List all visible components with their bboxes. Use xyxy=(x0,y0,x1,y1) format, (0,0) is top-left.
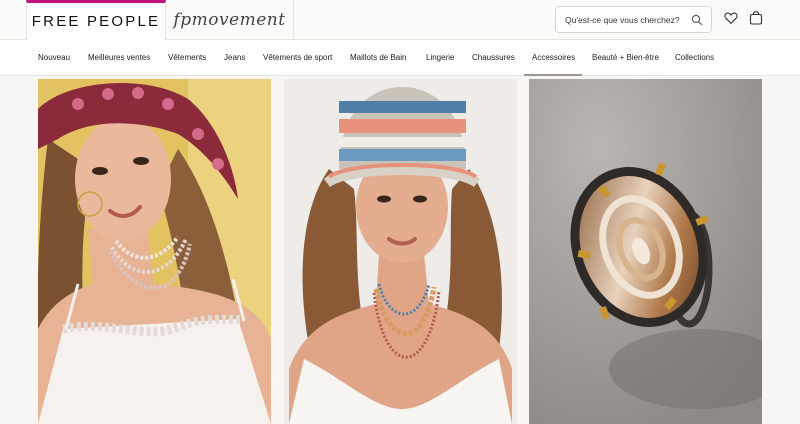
tile-headscarf-model[interactable] xyxy=(38,79,271,424)
nav-item-jeans[interactable]: Jeans xyxy=(224,53,245,62)
free-people-logo-tab[interactable]: FREE PEOPLE xyxy=(26,0,166,40)
tile-agate-ring[interactable] xyxy=(529,79,762,424)
search-box[interactable] xyxy=(555,6,712,33)
nav-item-chaussures[interactable]: Chaussures xyxy=(472,53,515,62)
nav-item-maillots-de-bain[interactable]: Maillots de Bain xyxy=(350,53,406,62)
shopping-bag-icon[interactable] xyxy=(749,10,763,25)
nav-item-meilleures-ventes[interactable]: Meilleures ventes xyxy=(88,53,150,62)
nav-item-accessoires[interactable]: Accessoires xyxy=(532,53,575,62)
nav-item-collections[interactable]: Collections xyxy=(675,53,714,62)
nav-item-lingerie[interactable]: Lingerie xyxy=(426,53,454,62)
brand-logo-text: FREE PEOPLE xyxy=(31,13,161,30)
bucket-hat-model-image xyxy=(284,79,517,424)
fp-movement-logo-tab[interactable]: fpmovement xyxy=(166,0,294,40)
main-navigation: Nouveau Meilleures ventes Vêtements Jean… xyxy=(0,40,800,76)
nav-item-beaute-bien-etre[interactable]: Beauté + Bien-être xyxy=(592,53,659,62)
active-nav-indicator xyxy=(524,74,582,76)
search-input[interactable] xyxy=(565,14,685,25)
search-icon[interactable] xyxy=(691,14,703,26)
top-bar: FREE PEOPLE fpmovement xyxy=(0,0,800,40)
agate-ring-image xyxy=(529,79,762,424)
category-tiles xyxy=(0,77,800,424)
wishlist-heart-icon[interactable] xyxy=(724,11,738,25)
nav-item-vetements-de-sport[interactable]: Vêtements de sport xyxy=(263,53,332,62)
nav-item-vetements[interactable]: Vêtements xyxy=(168,53,206,62)
tile-bucket-hat-model[interactable] xyxy=(284,79,517,424)
nav-item-nouveau[interactable]: Nouveau xyxy=(38,53,70,62)
movement-logo-text: fpmovement xyxy=(173,10,286,30)
headscarf-model-image xyxy=(38,79,271,424)
